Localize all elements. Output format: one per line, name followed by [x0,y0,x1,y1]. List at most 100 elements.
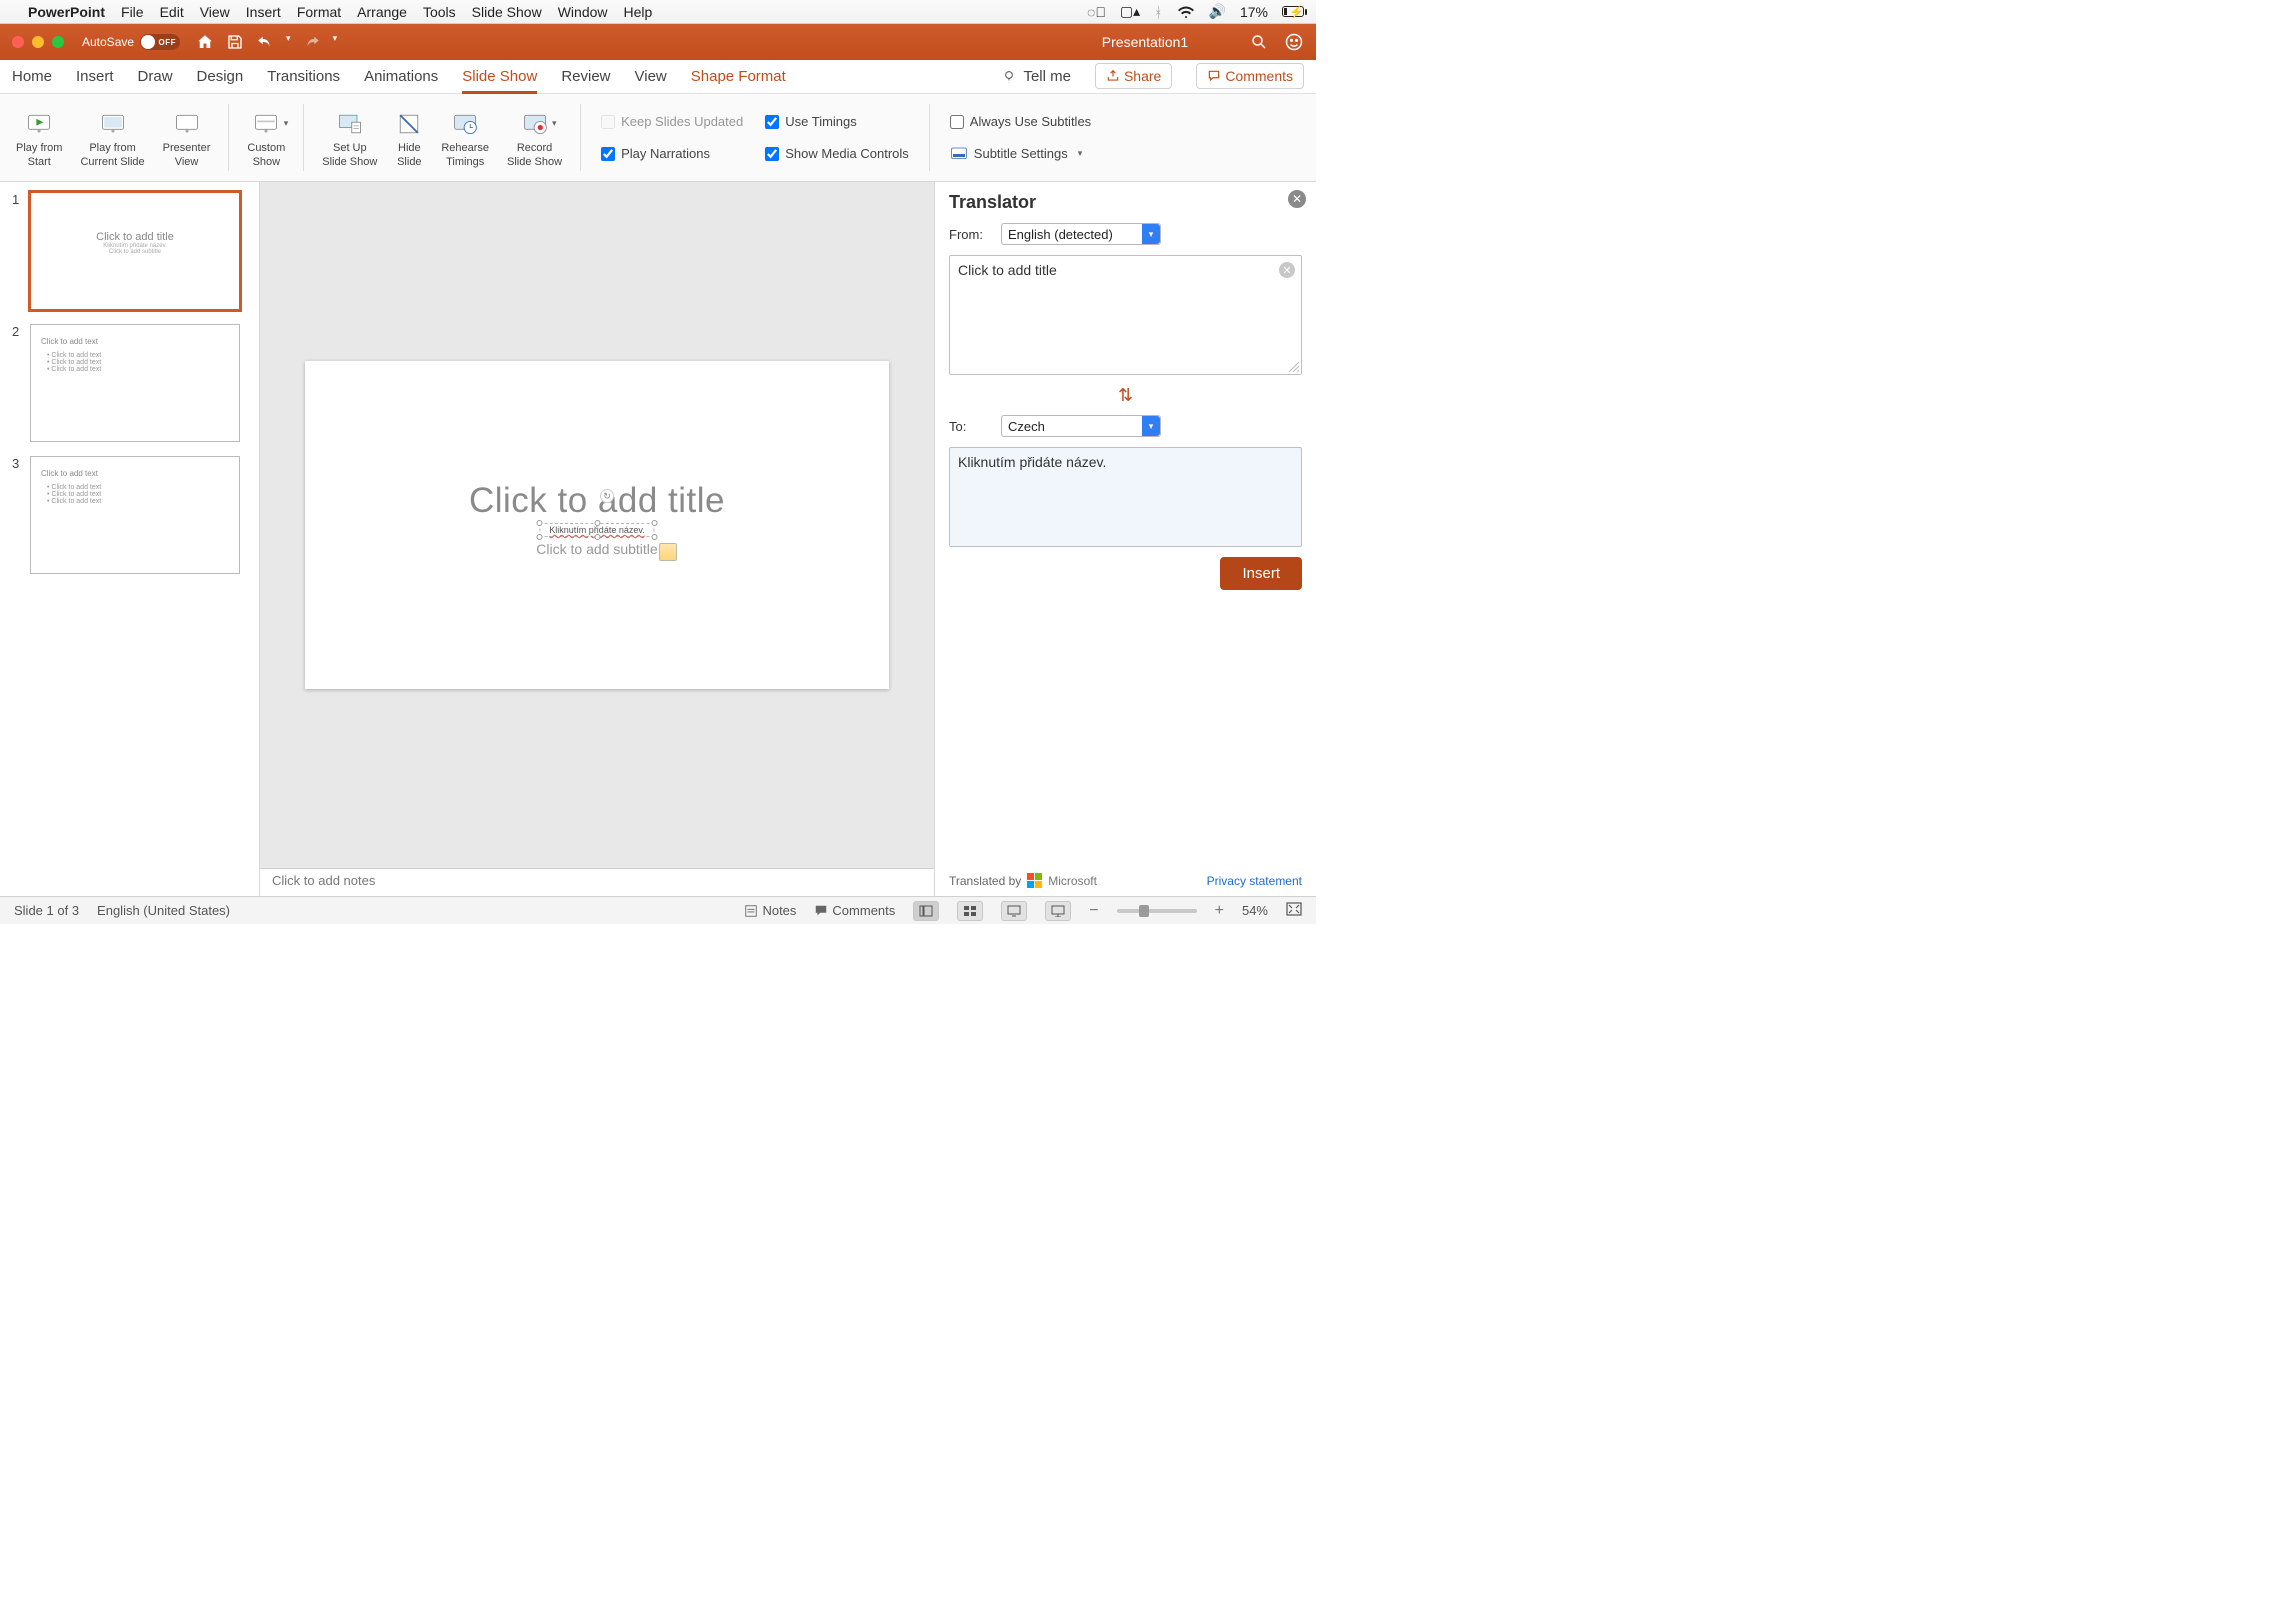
menu-arrange[interactable]: Arrange [357,4,407,20]
tab-home[interactable]: Home [12,62,52,93]
app-titlebar: AutoSave OFF ▾ ▾ Presentation1 [0,24,1316,60]
menu-view[interactable]: View [200,4,230,20]
presenter-view-button[interactable]: Presenter View [157,100,217,175]
reuse-content-icon[interactable]: ↻ [600,489,614,503]
to-language-dropdown[interactable]: Czech▾ [1001,415,1161,437]
save-icon[interactable] [226,33,244,51]
tab-review[interactable]: Review [561,62,610,93]
menu-format[interactable]: Format [297,4,341,20]
undo-dropdown[interactable]: ▾ [286,33,291,51]
sync-disabled-icon[interactable]: ◌⃠ [1087,4,1106,20]
use-timings-checkbox[interactable]: Use Timings [765,108,909,136]
clear-source-button[interactable]: ✕ [1279,262,1295,278]
undo-icon[interactable] [256,33,274,51]
slide-counter[interactable]: Slide 1 of 3 [14,903,79,918]
insert-translation-button[interactable]: Insert [1220,557,1302,590]
title-placeholder[interactable]: Click to add title [305,481,889,521]
comments-button[interactable]: Comments [1196,63,1304,89]
menu-help[interactable]: Help [624,4,653,20]
wifi-icon[interactable] [1177,5,1195,19]
play-from-current-button[interactable]: Play from Current Slide [74,100,150,175]
privacy-statement-link[interactable]: Privacy statement [1207,874,1302,888]
from-language-dropdown[interactable]: English (detected)▾ [1001,223,1161,245]
source-text-area[interactable]: Click to add title ✕ [949,255,1302,375]
setup-slideshow-button[interactable]: Set Up Slide Show [316,100,383,175]
zoom-level[interactable]: 54% [1242,903,1268,918]
slide-thumbnail-2[interactable]: Click to add text • Click to add text • … [30,324,240,442]
from-label: From: [949,227,993,242]
language-status[interactable]: English (United States) [97,903,230,918]
tab-animations[interactable]: Animations [364,62,438,93]
menu-slideshow[interactable]: Slide Show [472,4,542,20]
normal-view-button[interactable] [913,901,939,921]
zoom-in-button[interactable]: + [1215,902,1224,920]
play-narrations-checkbox[interactable]: Play Narrations [601,140,743,168]
translated-by-label: Translated by [949,874,1021,888]
reading-view-button[interactable] [1001,901,1027,921]
airplay-icon[interactable]: ▢▴ [1120,3,1140,20]
keep-slides-updated-checkbox[interactable]: Keep Slides Updated [601,108,743,136]
slide-1[interactable]: Click to add title ↻ Kliknutím přidáte n… [305,361,889,689]
sorter-view-button[interactable] [957,901,983,921]
zoom-slider[interactable] [1117,909,1197,913]
close-window-button[interactable] [12,36,24,48]
app-name[interactable]: PowerPoint [28,4,105,20]
tab-draw[interactable]: Draw [138,62,173,93]
tab-insert[interactable]: Insert [76,62,114,93]
play-from-start-button[interactable]: Play from Start [10,100,68,175]
notes-pane[interactable]: Click to add notes [260,868,934,896]
home-icon[interactable] [196,33,214,51]
tell-me-search[interactable]: Tell me [1001,68,1071,93]
bluetooth-icon[interactable]: ᚼ [1154,4,1162,20]
redo-icon[interactable] [303,33,321,51]
subtitle-textbox-selected[interactable]: Kliknutím přidáte název. [540,523,655,537]
record-slideshow-button[interactable]: ▾ Record Slide Show [501,100,568,175]
close-pane-button[interactable]: ✕ [1288,190,1306,208]
resize-handle-icon[interactable] [1289,362,1299,372]
battery-icon[interactable]: ⚡ [1282,6,1304,17]
comments-toggle[interactable]: Comments [814,903,895,918]
to-label: To: [949,419,993,434]
slide-canvas-area[interactable]: Click to add title ↻ Kliknutím přidáte n… [260,182,934,868]
tab-transitions[interactable]: Transitions [267,62,340,93]
tab-slideshow[interactable]: Slide Show [462,62,537,93]
slide-thumbnail-3[interactable]: Click to add text • Click to add text • … [30,456,240,574]
microsoft-label: Microsoft [1048,874,1097,888]
maximize-window-button[interactable] [52,36,64,48]
thumb-number: 2 [12,324,22,442]
fit-to-window-button[interactable] [1286,902,1302,919]
ribbon-slideshow: Play from Start Play from Current Slide … [0,94,1316,182]
notes-toggle[interactable]: Notes [744,903,796,918]
zoom-out-button[interactable]: − [1089,902,1098,920]
share-button[interactable]: Share [1095,63,1172,89]
subtitle-settings-dropdown[interactable]: Subtitle Settings▾ [950,140,1091,168]
slide-thumbnail-1[interactable]: Click to add title Kliknutím přidáte náz… [30,192,240,310]
tab-view[interactable]: View [635,62,667,93]
minimize-window-button[interactable] [32,36,44,48]
hide-slide-button[interactable]: Hide Slide [389,100,429,175]
tab-design[interactable]: Design [197,62,244,93]
always-use-subtitles-checkbox[interactable]: Always Use Subtitles [950,108,1091,136]
battery-percent: 17% [1240,4,1268,20]
paste-options-icon[interactable] [659,543,677,561]
swap-languages-button[interactable]: ⇅ [949,385,1302,405]
translator-heading: Translator [949,192,1302,213]
custom-show-button[interactable]: ▾ Custom Show [241,100,291,175]
menu-tools[interactable]: Tools [423,4,456,20]
menu-edit[interactable]: Edit [160,4,184,20]
document-title[interactable]: Presentation1 [1102,34,1188,50]
slideshow-view-button[interactable] [1045,901,1071,921]
qat-dropdown[interactable]: ▾ [333,33,338,51]
subtitle-placeholder[interactable]: Click to add subtitle [305,541,889,557]
menu-window[interactable]: Window [558,4,608,20]
autosave-toggle[interactable]: OFF [140,34,180,50]
tab-shape-format[interactable]: Shape Format [691,62,786,93]
show-media-controls-checkbox[interactable]: Show Media Controls [765,140,909,168]
menu-insert[interactable]: Insert [246,4,281,20]
smiley-feedback-icon[interactable] [1284,32,1304,52]
volume-icon[interactable]: 🔊 [1209,3,1226,20]
menu-file[interactable]: File [121,4,144,20]
target-text-area[interactable]: Kliknutím přidáte název. [949,447,1302,547]
rehearse-timings-button[interactable]: Rehearse Timings [435,100,495,175]
search-icon[interactable] [1250,33,1268,51]
